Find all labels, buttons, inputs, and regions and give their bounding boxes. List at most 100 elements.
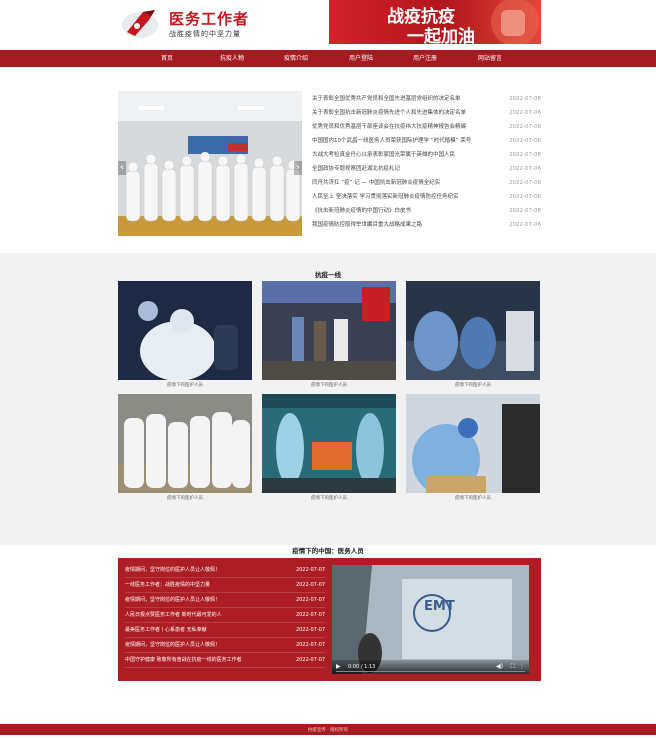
site-header: 医务工作者 战胜疫情的中坚力量 战疫抗疫 一起加油	[0, 0, 656, 48]
news-date: 2022-07-06	[509, 194, 541, 200]
main-nav: 首页 抗疫人物 疫情介绍 用户登陆 用户注册 网站留言	[0, 50, 656, 67]
news-list: 关于表彰全国优秀共产党员和全国先进基层党组织的决定名单 2022-07-06 关于…	[312, 92, 541, 232]
site-logo[interactable]: 医务工作者 战胜疫情的中坚力量	[121, 4, 261, 44]
china-news-title: 疫情期间，坚守岗位的医护人员让人敬佩！	[125, 597, 221, 603]
news-date: 2022-07-06	[509, 124, 541, 130]
volume-icon[interactable]: ◀)	[496, 663, 503, 670]
china-medical-section: 疫情下的中国：医务人员 疫情期间，坚守岗位的医护人员让人敬佩！ 2022-07-0…	[0, 545, 656, 681]
list-item[interactable]: 大战大考检真金丹心以承表彰家国光荣属于英雄的中国人民 2022-07-06	[312, 148, 541, 162]
gallery-caption: 疫情下的医护人员	[455, 496, 491, 501]
gallery-caption: 疫情下的医护人员	[455, 383, 491, 388]
play-icon[interactable]: ▶	[336, 663, 341, 670]
site-footer: 抗疫宣传 · 版权所有	[0, 724, 656, 735]
logo-title: 医务工作者	[169, 10, 250, 28]
list-item[interactable]: 关于表彰全国抗击新冠肺炎疫情先进个人和先进集体的决定名单 2022-07-06	[312, 106, 541, 120]
gallery-caption: 疫情下的医护人员	[311, 383, 347, 388]
frontline-gallery: 抗疫一线 疫情下的医护人员 疫情下的医护人员 疫情下的医护人员 疫情下的医护人员…	[0, 253, 656, 545]
list-item[interactable]: 一线医务工作者：战胜疫情的中坚力量 2022-07-07	[125, 578, 325, 593]
news-title: 我国疫情防控取得举世瞩目重大战略成果之路	[312, 222, 423, 228]
news-title: 人民至上 坚决落实 学习贯彻落实新冠肺炎疫情防控任务纪实	[312, 194, 459, 200]
fist-icon	[491, 0, 539, 44]
nav-epidemic-intro[interactable]: 疫情介绍	[284, 50, 308, 67]
china-red-box: 疫情期间，坚守岗位的医护人员让人敬佩！ 2022-07-07 一线医务工作者：战胜…	[118, 558, 541, 681]
china-news-title: 疫情期间，坚守岗位的医护人员让人敬佩！	[125, 567, 221, 573]
china-news-title: 最美医务工作者丨心系患者 无私奉献	[125, 627, 207, 633]
list-item[interactable]: 疫情期间，坚守岗位的医护人员让人敬佩！ 2022-07-07	[125, 563, 325, 578]
news-date: 2022-07-06	[509, 152, 541, 158]
nav-heroes[interactable]: 抗疫人物	[220, 50, 244, 67]
list-item[interactable]: 人民日报点赞医务工作者 新时代最可爱的人 2022-07-07	[125, 608, 325, 623]
video-progress-bar[interactable]	[336, 671, 525, 672]
gallery-photo	[262, 394, 396, 493]
china-news-list: 疫情期间，坚守岗位的医护人员让人敬佩！ 2022-07-07 一线医务工作者：战胜…	[125, 563, 325, 668]
news-title: 优秀党员和优秀基层干部座谈会在抗疫伟大抗疫精神报告会精编	[312, 124, 467, 130]
list-item[interactable]: 同舟共济扛 “疫” 记 — 中国抗击新冠肺炎疫情全纪实 2022-07-06	[312, 176, 541, 190]
gallery-title: 抗疫一线	[315, 271, 341, 279]
video-player[interactable]: EMT ▶ 0:00 / 1:13 ◀) ⛶ ⋮	[332, 565, 529, 674]
news-title: 同舟共济扛 “疫” 记 — 中国抗击新冠肺炎疫情全纪实	[312, 180, 441, 186]
gallery-caption: 疫情下的医护人员	[167, 383, 203, 388]
logo-subtitle: 战胜疫情的中坚力量	[169, 30, 241, 38]
video-time: 0:00 / 1:13	[348, 664, 376, 670]
list-item[interactable]: 关于表彰全国优秀共产党员和全国先进基层党组织的决定名单 2022-07-06	[312, 92, 541, 106]
china-news-date: 2022-07-07	[295, 657, 325, 663]
nav-register[interactable]: 用户注册	[413, 50, 437, 67]
list-item[interactable]: 最美医务工作者丨心系患者 无私奉献 2022-07-07	[125, 623, 325, 638]
news-date: 2022-07-06	[509, 138, 541, 144]
nav-login[interactable]: 用户登陆	[349, 50, 373, 67]
list-item[interactable]: 优秀党员和优秀基层干部座谈会在抗疫伟大抗疫精神报告会精编 2022-07-06	[312, 120, 541, 134]
news-title: 中国国内10个武昌一线医务人员荣获国际护理学 “时代楷模” 荣号	[312, 138, 472, 144]
slider-next-button[interactable]: ›	[294, 161, 302, 175]
list-item[interactable]: 中国守护健康 致敬所有奋战在抗疫一线的医务工作者 2022-07-07	[125, 653, 325, 668]
gallery-card[interactable]: 疫情下的医护人员	[262, 394, 396, 503]
image-slider[interactable]: ‹ ›	[118, 91, 302, 236]
gallery-card[interactable]: 疫情下的医护人员	[406, 281, 540, 390]
china-news-date: 2022-07-07	[295, 597, 325, 603]
china-news-date: 2022-07-07	[295, 612, 325, 618]
nav-home[interactable]: 首页	[161, 50, 173, 67]
nav-guestbook[interactable]: 网站留言	[478, 50, 502, 67]
china-news-date: 2022-07-07	[295, 627, 325, 633]
header-banner: 战疫抗疫 一起加油	[329, 0, 541, 44]
gallery-card[interactable]: 疫情下的医护人员	[118, 281, 252, 390]
news-date: 2022-07-06	[509, 166, 541, 172]
gallery-caption: 疫情下的医护人员	[311, 496, 347, 501]
gallery-photo	[118, 281, 252, 380]
gallery-card[interactable]: 疫情下的医护人员	[406, 394, 540, 503]
gallery-photo	[118, 394, 252, 493]
list-item[interactable]: 疫情期间，坚守岗位的医护人员让人敬佩！ 2022-07-07	[125, 638, 325, 653]
footer-text: 抗疫宣传 · 版权所有	[307, 728, 349, 733]
gallery-card[interactable]: 疫情下的医护人员	[262, 281, 396, 390]
slider-prev-button[interactable]: ‹	[118, 161, 126, 175]
china-news-date: 2022-07-07	[295, 582, 325, 588]
china-news-title: 人民日报点赞医务工作者 新时代最可爱的人	[125, 612, 222, 618]
news-title: 关于表彰全国优秀共产党员和全国先进基层党组织的决定名单	[312, 96, 461, 102]
banner-line-2: 一起加油	[407, 27, 475, 44]
logo-emblem-icon	[122, 10, 158, 38]
slider-photo	[118, 91, 302, 236]
news-date: 2022-07-06	[509, 96, 541, 102]
news-date: 2022-07-06	[509, 180, 541, 186]
news-date: 2022-07-06	[509, 208, 541, 214]
gallery-photo	[406, 281, 540, 380]
gallery-photo	[406, 394, 540, 493]
list-item[interactable]: 疫情期间，坚守岗位的医护人员让人敬佩！ 2022-07-07	[125, 593, 325, 608]
china-news-title: 疫情期间，坚守岗位的医护人员让人敬佩！	[125, 642, 221, 648]
fullscreen-icon[interactable]: ⛶	[511, 663, 515, 671]
gallery-caption: 疫情下的医护人员	[167, 496, 203, 501]
news-title: 大战大考检真金丹心以承表彰家国光荣属于英雄的中国人民	[312, 152, 456, 158]
gallery-card[interactable]: 疫情下的医护人员	[118, 394, 252, 503]
list-item[interactable]: 《抗击新冠肺炎疫情的中国行动》白皮书 2022-07-06	[312, 204, 541, 218]
list-item[interactable]: 中国国内10个武昌一线医务人员荣获国际护理学 “时代楷模” 荣号 2022-07-…	[312, 134, 541, 148]
news-section: ‹ › 关于表彰全国优秀共产党员和全国先进基层党组织的决定名单 2022-07-0…	[0, 67, 656, 253]
list-item[interactable]: 人民至上 坚决落实 学习贯彻落实新冠肺炎疫情防控任务纪实 2022-07-06	[312, 190, 541, 204]
list-item[interactable]: 我国疫情防控取得举世瞩目重大战略成果之路 2022-07-06	[312, 218, 541, 232]
china-news-date: 2022-07-07	[295, 642, 325, 648]
china-section-title: 疫情下的中国：医务人员	[292, 547, 364, 555]
more-options-icon[interactable]: ⋮	[519, 663, 525, 670]
list-item[interactable]: 全国政协专题视察团赴湖北抗疫札记 2022-07-06	[312, 162, 541, 176]
gallery-photo	[262, 281, 396, 380]
video-frame	[332, 565, 529, 674]
news-title: 《抗击新冠肺炎疫情的中国行动》白皮书	[312, 208, 412, 214]
news-title: 关于表彰全国抗击新冠肺炎疫情先进个人和先进集体的决定名单	[312, 110, 467, 116]
